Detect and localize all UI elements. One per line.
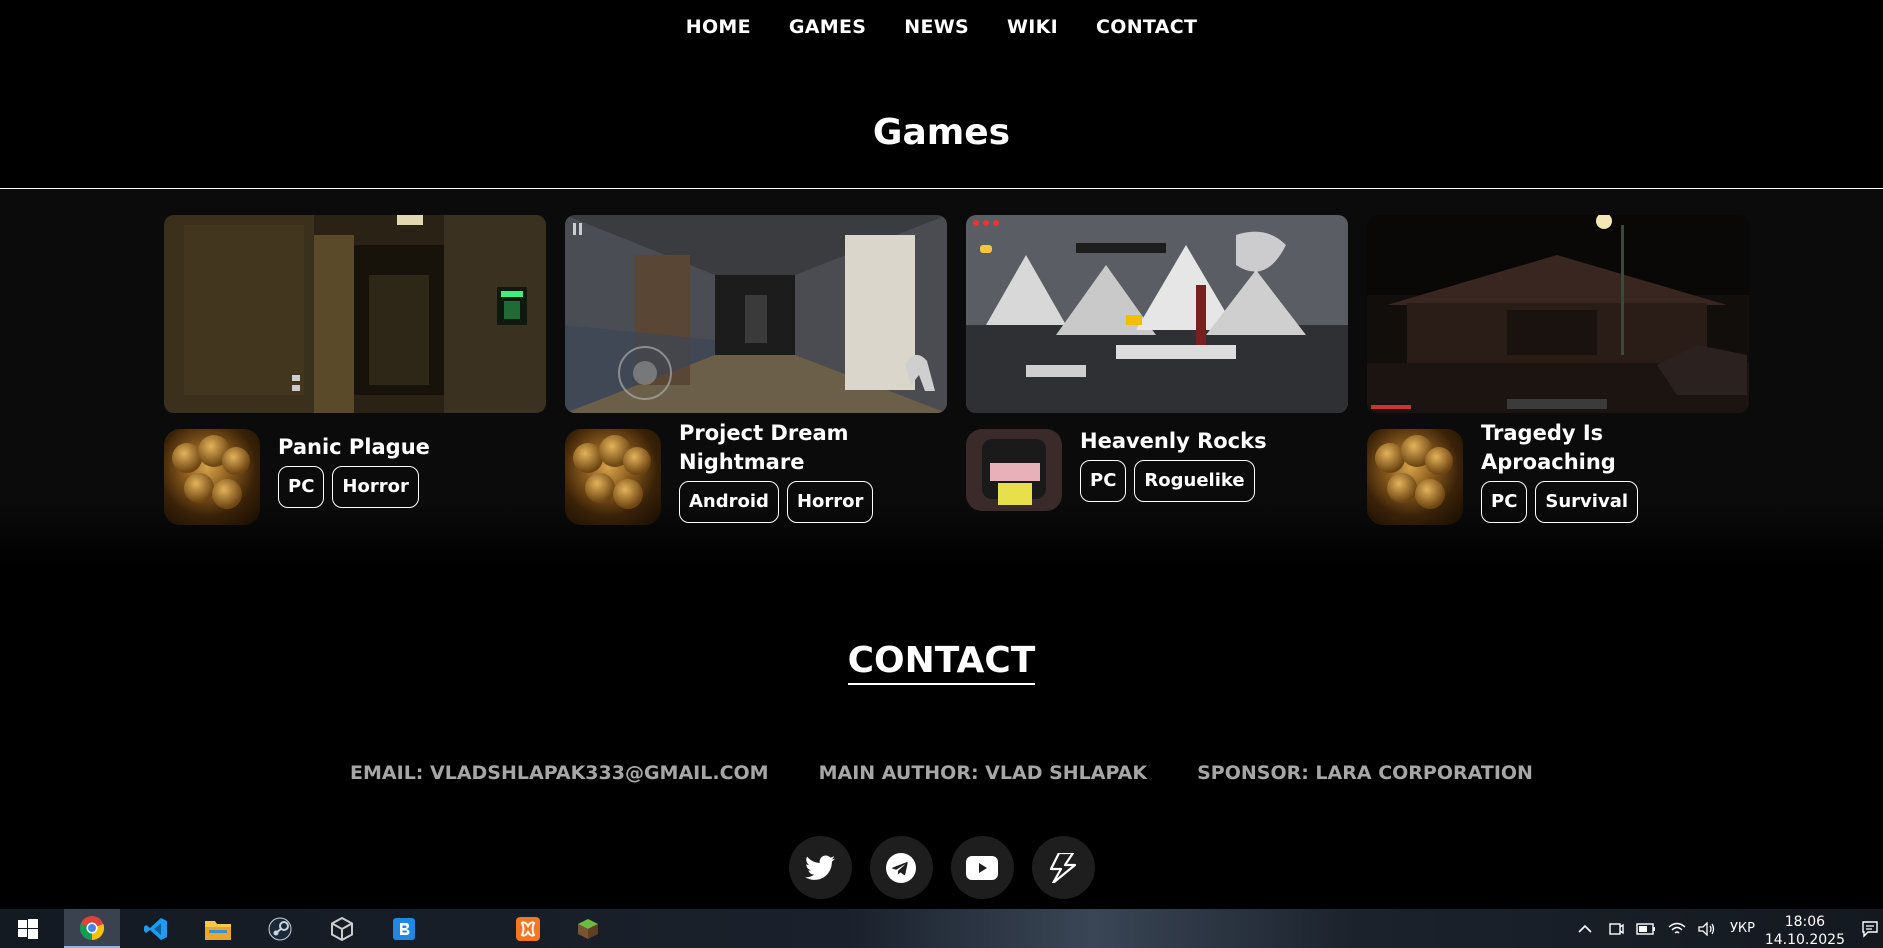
game-screenshot xyxy=(565,215,947,413)
twitter-icon xyxy=(805,855,835,880)
game-title[interactable]: Project Dream Nightmare xyxy=(679,419,929,477)
game-card-tragedy-is-aproaching[interactable]: Tragedy Is Aproaching PC Survival xyxy=(1367,215,1749,529)
taskbar-steam[interactable] xyxy=(252,909,308,948)
top-nav: HOME GAMES NEWS WIKI CONTACT xyxy=(0,0,1883,56)
steam-icon xyxy=(268,917,292,940)
taskbar-unity[interactable] xyxy=(314,909,370,948)
nav-wiki[interactable]: WIKI xyxy=(1007,16,1058,38)
meet-now-icon[interactable] xyxy=(1608,921,1624,937)
tag-genre: Horror xyxy=(786,481,874,523)
contact-title: CONTACT xyxy=(847,640,1036,685)
wifi-icon[interactable] xyxy=(1668,922,1686,936)
tag-genre: Survival xyxy=(1535,481,1639,523)
telegram-icon xyxy=(886,852,916,883)
telegram-link[interactable] xyxy=(869,836,933,899)
taskbar-minecraft[interactable] xyxy=(560,909,616,948)
tag-platform: PC xyxy=(1481,481,1528,523)
system-tray: УКР xyxy=(1578,909,1755,948)
contact-info-row: EMAIL: VLADSHLAPAK333@GMAIL.COM MAIN AUT… xyxy=(0,762,1883,784)
twitter-link[interactable] xyxy=(788,836,852,899)
boosty-link[interactable] xyxy=(1031,836,1095,899)
tag-platform: PC xyxy=(278,466,325,508)
youtube-icon xyxy=(966,855,998,880)
game-icon-skulls xyxy=(1367,429,1463,525)
game-title[interactable]: Heavenly Rocks xyxy=(1080,427,1330,456)
nav-games[interactable]: GAMES xyxy=(789,16,866,38)
nav-contact[interactable]: CONTACT xyxy=(1096,16,1197,38)
game-card-project-dream-nightmare[interactable]: Project Dream Nightmare Android Horror xyxy=(565,215,947,529)
taskbar-xampp[interactable] xyxy=(500,909,556,948)
xampp-icon xyxy=(516,916,540,941)
taskbar-vscode[interactable] xyxy=(128,909,184,948)
chevron-up-icon[interactable] xyxy=(1578,924,1592,934)
taskbar-chrome[interactable] xyxy=(64,909,120,948)
game-icon-skulls xyxy=(565,429,661,525)
notifications-icon[interactable] xyxy=(1861,920,1879,938)
game-screenshot xyxy=(164,215,546,413)
taskbar-clock[interactable]: 18:06 14.10.2025 xyxy=(1765,913,1845,948)
windows-taskbar: УКР 18:06 14.10.2025 xyxy=(0,909,1883,948)
game-title[interactable]: Tragedy Is Aproaching xyxy=(1481,419,1731,477)
start-button[interactable] xyxy=(0,909,56,948)
tag-platform: Android xyxy=(679,481,779,523)
vscode-icon xyxy=(144,917,167,940)
contact-author: MAIN AUTHOR: VLAD SHLAPAK xyxy=(818,762,1148,784)
game-card-panic-plague[interactable]: Panic Plague PC Horror xyxy=(164,215,546,529)
app-b-icon xyxy=(393,917,415,940)
file-explorer-icon xyxy=(205,920,231,940)
volume-icon[interactable] xyxy=(1698,921,1716,936)
contact-section: CONTACT xyxy=(0,640,1883,685)
clock-time: 18:06 xyxy=(1784,914,1826,930)
unity-icon xyxy=(331,916,353,941)
game-icon-character xyxy=(966,429,1062,511)
youtube-link[interactable] xyxy=(950,836,1014,899)
nav-news[interactable]: NEWS xyxy=(904,16,969,38)
taskbar-file-explorer[interactable] xyxy=(190,909,246,948)
language-indicator[interactable]: УКР xyxy=(1730,921,1755,936)
game-title[interactable]: Panic Plague xyxy=(278,433,528,462)
nav-home[interactable]: HOME xyxy=(686,16,751,38)
game-card-heavenly-rocks[interactable]: Heavenly Rocks PC Roguelike xyxy=(966,215,1348,529)
minecraft-icon xyxy=(578,918,598,939)
page-title: Games xyxy=(872,112,1011,153)
tag-genre: Roguelike xyxy=(1134,460,1255,502)
battery-icon[interactable] xyxy=(1636,922,1656,935)
game-icon-skulls xyxy=(164,429,260,525)
social-links xyxy=(0,836,1883,899)
tag-genre: Horror xyxy=(332,466,419,508)
windows-start-icon xyxy=(18,918,38,939)
clock-date: 14.10.2025 xyxy=(1764,932,1845,948)
contact-email[interactable]: EMAIL: VLADSHLAPAK333@GMAIL.COM xyxy=(350,762,769,784)
taskbar-app-b[interactable] xyxy=(376,909,432,948)
tag-platform: PC xyxy=(1080,460,1127,502)
game-screenshot xyxy=(966,215,1348,413)
chrome-icon xyxy=(79,915,105,940)
boosty-icon xyxy=(1049,852,1077,883)
contact-sponsor: SPONSOR: LARA CORPORATION xyxy=(1197,762,1533,784)
game-screenshot xyxy=(1367,215,1749,413)
